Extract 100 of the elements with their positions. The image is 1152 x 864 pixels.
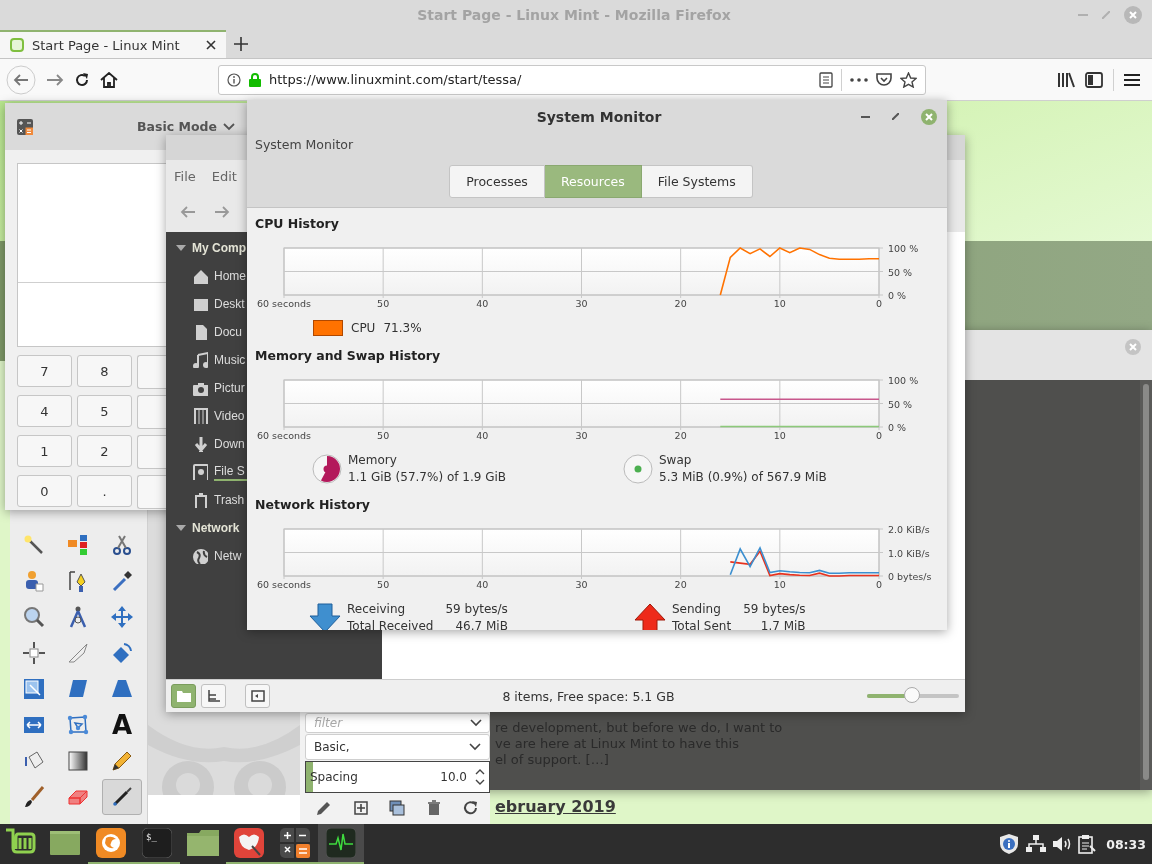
key-button[interactable]: 0: [17, 475, 72, 507]
sidebar-item[interactable]: Trash: [166, 486, 246, 514]
legend-label: Receiving: [347, 601, 407, 618]
axis-label: 40: [476, 579, 489, 590]
scrollbar-thumb[interactable]: [1143, 384, 1149, 780]
axis-label: 20: [674, 430, 687, 441]
back-icon[interactable]: [6, 64, 36, 95]
reload-icon[interactable]: [74, 71, 90, 88]
expander-icon[interactable]: [176, 523, 186, 533]
taskbar-app-button[interactable]: [318, 824, 364, 864]
menu-item[interactable]: Edit: [211, 168, 237, 184]
axis-label: 50: [377, 298, 390, 309]
legend-label: Total Received: [347, 618, 434, 630]
browser-tab[interactable]: Start Page - Linux Mint: [0, 30, 226, 58]
network-icon[interactable]: [1026, 835, 1047, 853]
expander-icon[interactable]: [176, 243, 186, 253]
sidebar-item[interactable]: Pictur: [166, 374, 246, 402]
legend-value: 1.1 GiB (57.7%) of 1.9 GiB: [348, 469, 507, 486]
axis-label: 50: [377, 579, 390, 590]
heading-text: My Comp: [192, 241, 246, 255]
increment-icon[interactable]: [475, 769, 485, 775]
refresh-icon[interactable]: [463, 800, 480, 816]
star-icon[interactable]: [900, 71, 917, 88]
app-title: System Monitor: [255, 137, 355, 152]
sidebar-heading[interactable]: Network: [166, 514, 246, 542]
pencil-icon: [110, 749, 134, 773]
axis-label: 50: [377, 430, 390, 441]
trash-icon[interactable]: [427, 800, 442, 816]
minimize-icon[interactable]: [861, 115, 870, 118]
post-title-link[interactable]: ebruary 2019: [495, 797, 616, 816]
sidebar-item[interactable]: Deskt: [166, 290, 246, 318]
view-button[interactable]: [201, 684, 226, 708]
sidebar-item[interactable]: Home: [166, 262, 246, 290]
info-icon[interactable]: [227, 72, 241, 87]
clipboard-icon[interactable]: [1078, 834, 1097, 854]
key-button[interactable]: .: [77, 475, 132, 507]
sidebar-item[interactable]: Docu: [166, 318, 246, 346]
mode-dropdown[interactable]: Basic Mode: [137, 119, 235, 134]
sidebar-toggle-button[interactable]: [245, 684, 270, 708]
view-button[interactable]: [171, 684, 196, 708]
close-icon[interactable]: [206, 40, 216, 50]
sidebar-item[interactable]: Video: [166, 402, 246, 430]
item-label: Home: [214, 269, 246, 283]
library-icon[interactable]: [1057, 71, 1075, 88]
sidebar-item[interactable]: Down: [166, 430, 246, 458]
volume-icon[interactable]: [1052, 836, 1073, 852]
axis-label: 0: [876, 298, 882, 309]
text-tool-button[interactable]: A: [102, 707, 142, 743]
forward-icon[interactable]: [46, 72, 64, 87]
key-button[interactable]: 5: [77, 395, 132, 427]
edit-icon[interactable]: [315, 800, 332, 816]
section-title: CPU History: [255, 215, 340, 233]
more-icon[interactable]: [850, 77, 868, 82]
plus-icon: [234, 37, 248, 51]
key-button[interactable]: 1: [17, 435, 72, 467]
leaf-favicon-icon: [10, 38, 24, 52]
axis-label: 60 seconds: [257, 430, 311, 441]
item-label: Deskt: [214, 297, 245, 311]
menu-item[interactable]: File: [174, 168, 196, 184]
add-icon[interactable]: [353, 801, 368, 815]
legend-value: 59 bytes/s: [743, 601, 806, 618]
color-swatch[interactable]: [313, 320, 343, 336]
key-button[interactable]: 2: [77, 435, 132, 467]
chevron-down-icon: [223, 122, 235, 131]
taskbar-app-button[interactable]: $_: [134, 824, 180, 864]
axis-label: 0 %: [888, 290, 907, 301]
filter-field[interactable]: filter: [305, 713, 490, 733]
prompt-text: $_: [146, 832, 157, 842]
address-bar[interactable]: https://www.linuxmint.com/start/tessa/: [218, 64, 926, 95]
clock[interactable]: 08:33: [1106, 836, 1146, 852]
axis-label: 20: [674, 298, 687, 309]
sidebar-heading[interactable]: My Comp: [166, 234, 246, 262]
item-label: Pictur: [214, 381, 245, 395]
zoom-slider[interactable]: [867, 688, 959, 704]
sidebar-icon[interactable]: [1085, 71, 1103, 88]
home-icon[interactable]: [100, 71, 118, 88]
duplicate-icon[interactable]: [389, 800, 406, 816]
usage-pie-icon: [623, 454, 653, 484]
ink-pen-icon: [110, 785, 134, 809]
decrement-icon[interactable]: [475, 779, 485, 785]
key-button[interactable]: 8: [77, 355, 132, 387]
maximize-icon[interactable]: [892, 113, 899, 120]
section-title: Network History: [255, 496, 371, 514]
reader-icon[interactable]: [819, 71, 833, 88]
sidebar-item[interactable]: Music: [166, 346, 246, 374]
axis-label: 40: [476, 298, 489, 309]
pocket-icon[interactable]: [876, 72, 892, 87]
axis-label: 0 %: [888, 422, 907, 433]
sidebar-item[interactable]: Netw: [166, 542, 246, 570]
chevron-down-icon[interactable]: [470, 719, 482, 727]
menu-icon[interactable]: [1124, 72, 1140, 87]
shield-icon[interactable]: [998, 833, 1021, 855]
preset-dropdown[interactable]: Basic,: [305, 734, 490, 760]
tab[interactable]: Processes: [449, 165, 545, 198]
tool-button[interactable]: [102, 779, 142, 815]
key-button[interactable]: 7: [17, 355, 72, 387]
scissors-icon: [110, 533, 134, 557]
key-button[interactable]: 4: [17, 395, 72, 427]
legend-label: Swap: [659, 452, 693, 469]
tab[interactable]: File Systems: [641, 165, 753, 198]
